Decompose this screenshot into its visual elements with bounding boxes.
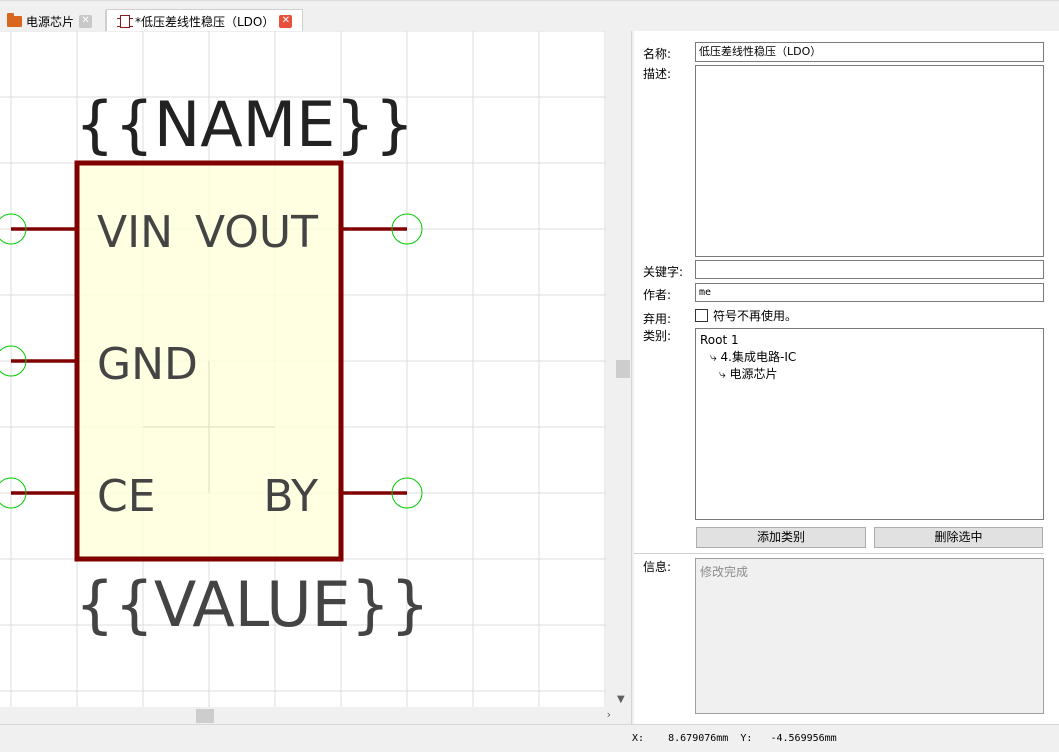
scroll-thumb[interactable] [196, 709, 214, 723]
deprecated-checkbox-label[interactable]: 符号不再使用。 [713, 307, 797, 324]
tree-item-root[interactable]: Root 1 [700, 332, 1039, 349]
tab-bar: 电源芯片 ✕ *低压差线性稳压（LDO） ✕ [0, 0, 1059, 32]
pin-name-gnd: GND [97, 339, 198, 390]
category-label: 类别: [643, 329, 672, 343]
close-icon[interactable]: ✕ [279, 14, 293, 28]
name-label: 名称: [643, 47, 672, 61]
pin-name-vin: VIN [97, 207, 173, 258]
add-category-button[interactable]: 添加类别 [696, 527, 866, 548]
divider [634, 553, 1044, 554]
horizontal-scrollbar[interactable]: › [0, 707, 614, 724]
tab-label: *低压差线性稳压（LDO） [135, 14, 275, 29]
tab-label: 电源芯片 [26, 14, 75, 29]
tree-item-power-chips[interactable]: ⤷ 电源芯片 [700, 366, 1039, 383]
keywords-input[interactable] [695, 260, 1044, 279]
description-input[interactable] [695, 65, 1044, 257]
deprecated-label: 弃用: [643, 312, 672, 326]
folder-icon [7, 12, 22, 27]
info-box: 修改完成 [695, 558, 1044, 714]
symbol-drawing: {{NAME}} {{VALUE}} VIN GND CE VOUT BY [0, 31, 606, 707]
deprecated-row: 符号不再使用。 [695, 307, 797, 324]
pin-name-vout: VOUT [195, 207, 318, 258]
info-label: 信息: [643, 560, 672, 574]
value-placeholder[interactable]: {{VALUE}} [75, 568, 430, 641]
chip-icon [117, 14, 133, 28]
author-label: 作者: [643, 288, 672, 302]
chevron-right-icon[interactable]: › [607, 708, 611, 721]
name-placeholder[interactable]: {{NAME}} [75, 88, 414, 161]
vertical-scrollbar[interactable]: ▼ [614, 31, 631, 707]
symbol-canvas[interactable]: {{NAME}} {{VALUE}} VIN GND CE VOUT BY [0, 31, 606, 707]
keywords-label: 关键字: [643, 265, 684, 279]
name-input[interactable]: 低压差线性稳压（LDO） [695, 42, 1044, 62]
tree-item-ic[interactable]: ⤷ 4.集成电路-IC [700, 349, 1039, 366]
tab-power-chips[interactable]: 电源芯片 ✕ [0, 10, 106, 32]
properties-panel: 名称: 低压差线性稳压（LDO） 描述: 关键字: 作者: me 弃用: 符号不… [634, 31, 1059, 724]
chevron-down-icon[interactable]: ▼ [617, 694, 625, 705]
category-tree[interactable]: Root 1 ⤷ 4.集成电路-IC ⤷ 电源芯片 [695, 328, 1044, 520]
cursor-coordinates: X: 8.679076mm Y: -4.569956mm [632, 733, 837, 744]
close-icon[interactable]: ✕ [79, 14, 93, 28]
pin-name-by: BY [263, 471, 318, 522]
deprecated-checkbox[interactable] [695, 309, 708, 322]
scroll-thumb[interactable] [616, 360, 630, 378]
author-input[interactable]: me [695, 283, 1044, 302]
status-bar: X: 8.679076mm Y: -4.569956mm [0, 724, 1059, 752]
tab-ldo-symbol[interactable]: *低压差线性稳压（LDO） ✕ [106, 9, 303, 32]
description-label: 描述: [643, 67, 672, 81]
pin-name-ce: CE [97, 471, 156, 522]
delete-selected-button[interactable]: 删除选中 [874, 527, 1043, 548]
